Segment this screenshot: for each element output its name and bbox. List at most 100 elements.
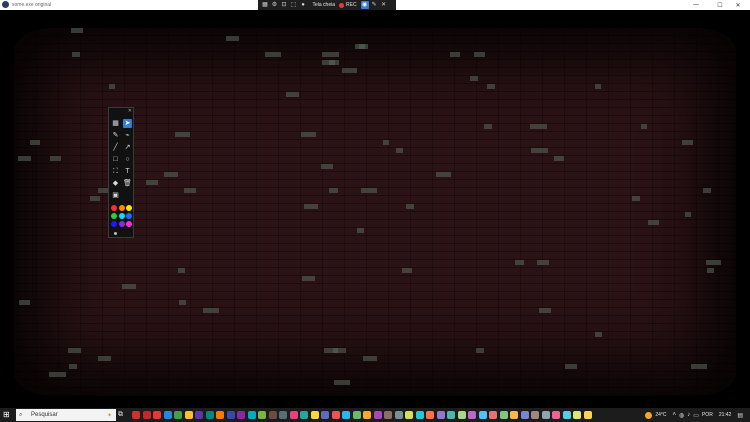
trash-icon[interactable]: 🗑 bbox=[123, 179, 132, 188]
color-swatch[interactable] bbox=[118, 213, 125, 219]
brick bbox=[595, 84, 601, 89]
eraser-icon[interactable]: ◆ bbox=[111, 179, 120, 188]
search-input[interactable]: Pesquisar bbox=[31, 412, 58, 418]
taskbar-app-icon[interactable] bbox=[321, 411, 329, 419]
taskbar-app-icon[interactable] bbox=[342, 411, 350, 419]
taskbar-app-icon[interactable] bbox=[531, 411, 539, 419]
grid-icon[interactable]: ▦ bbox=[261, 1, 269, 9]
image-icon[interactable]: ▣ bbox=[111, 191, 120, 200]
color-swatch[interactable] bbox=[126, 221, 132, 227]
taskbar-app-icon[interactable] bbox=[352, 411, 361, 419]
weather-temperature[interactable]: 24°C bbox=[655, 412, 666, 418]
battery-icon[interactable]: ▭ bbox=[693, 412, 699, 419]
taskbar-app-icon[interactable] bbox=[205, 411, 214, 419]
taskbar-app-icon[interactable] bbox=[583, 411, 592, 419]
color-swatch[interactable] bbox=[111, 213, 117, 219]
taskbar-app-icon[interactable] bbox=[247, 411, 256, 419]
drop-icon[interactable]: ● bbox=[299, 1, 307, 9]
taskbar-app-icon[interactable] bbox=[415, 411, 424, 419]
taskbar-app-icon[interactable] bbox=[132, 411, 140, 419]
taskbar-app-icon[interactable] bbox=[258, 411, 266, 419]
circle-icon[interactable]: ○ bbox=[123, 155, 132, 164]
brick bbox=[50, 156, 61, 161]
pointer-icon[interactable]: ➤ bbox=[123, 119, 132, 128]
taskbar-app-icon[interactable] bbox=[142, 411, 151, 419]
fill-icon[interactable]: ⛶ bbox=[111, 167, 120, 176]
taskbar-app-icon[interactable] bbox=[552, 411, 560, 419]
taskbar-app-icon[interactable] bbox=[195, 411, 203, 419]
color-swatch[interactable] bbox=[126, 205, 132, 211]
taskbar-app-icon[interactable] bbox=[216, 411, 224, 419]
taskbar-app-icon[interactable] bbox=[436, 411, 445, 419]
taskbar-app-icon[interactable] bbox=[226, 411, 235, 419]
camera-icon[interactable]: ◉ bbox=[360, 1, 369, 9]
pen-icon[interactable]: ✎ bbox=[111, 131, 120, 140]
taskbar-app-icon[interactable] bbox=[153, 411, 161, 419]
brick bbox=[565, 364, 577, 369]
pen-icon[interactable]: ✎ bbox=[370, 1, 378, 9]
taskbar-app-icon[interactable] bbox=[562, 411, 571, 419]
taskbar-app-icon[interactable] bbox=[279, 411, 287, 419]
taskbar-app-icon[interactable] bbox=[447, 411, 455, 419]
arrow-icon[interactable]: ↗ bbox=[123, 143, 132, 152]
taskbar-app-icon[interactable] bbox=[331, 411, 340, 419]
annotation-palette: ✕ ▦ ➤ ✎ ⌁ ╱ ↗ □ ○ ⛶ T ◆ 🗑 ▣ bbox=[108, 107, 134, 238]
brick bbox=[363, 356, 377, 361]
taskbar-app-icon[interactable] bbox=[300, 411, 308, 419]
taskbar-app-icon[interactable] bbox=[478, 411, 487, 419]
clock[interactable]: 21:42 bbox=[719, 412, 732, 418]
color-swatch[interactable] bbox=[118, 221, 125, 227]
search-box[interactable]: ⌕ Pesquisar ✦ bbox=[16, 409, 116, 421]
rectangle-icon[interactable]: □ bbox=[111, 155, 120, 164]
taskbar-app-icon[interactable] bbox=[405, 411, 413, 419]
whiteboard-icon[interactable]: ▦ bbox=[111, 119, 120, 128]
taskbar-app-icon[interactable] bbox=[310, 411, 319, 419]
taskbar-app-icon[interactable] bbox=[573, 411, 581, 419]
taskbar-app-icon[interactable] bbox=[373, 411, 382, 419]
fullscreen-button[interactable]: Tela cheia bbox=[313, 0, 336, 10]
taskbar-app-icon[interactable] bbox=[468, 411, 476, 419]
taskbar-app-icon[interactable] bbox=[541, 411, 550, 419]
taskbar-app-icon[interactable] bbox=[363, 411, 371, 419]
palette-close-button[interactable]: ✕ bbox=[128, 108, 132, 114]
palette-drag-handle[interactable] bbox=[114, 232, 117, 235]
taskbar-app-icon[interactable] bbox=[289, 411, 298, 419]
dropper-icon[interactable]: ⌁ bbox=[123, 131, 132, 140]
color-swatch[interactable] bbox=[118, 205, 125, 211]
taskbar-app-icon[interactable] bbox=[520, 411, 529, 419]
taskbar-app-icon[interactable] bbox=[237, 411, 245, 419]
text-icon[interactable]: T bbox=[123, 167, 132, 176]
task-view-icon[interactable]: ⧉ bbox=[118, 411, 123, 419]
notification-icon[interactable]: ▤ bbox=[737, 412, 743, 419]
network-icon[interactable]: ◍ bbox=[679, 412, 684, 419]
line-icon[interactable]: ╱ bbox=[111, 143, 120, 152]
color-swatch[interactable] bbox=[111, 205, 117, 211]
close-button[interactable]: ✕ bbox=[726, 0, 750, 10]
color-swatch[interactable] bbox=[111, 221, 117, 227]
taskbar-app-icon[interactable] bbox=[457, 411, 466, 419]
close-icon[interactable]: ✕ bbox=[380, 1, 388, 9]
taskbar-app-icon[interactable] bbox=[489, 411, 497, 419]
settings-icon[interactable]: ⚙ bbox=[271, 1, 279, 9]
volume-icon[interactable]: ♪ bbox=[687, 412, 690, 418]
weather-icon[interactable] bbox=[645, 411, 653, 419]
color-swatch[interactable] bbox=[126, 213, 132, 219]
language-indicator[interactable]: POR bbox=[702, 412, 713, 418]
region-icon[interactable]: ⬚ bbox=[290, 1, 298, 9]
taskbar-app-icon[interactable] bbox=[510, 411, 518, 419]
taskbar-app-icon[interactable] bbox=[384, 411, 392, 419]
minimize-button[interactable]: — bbox=[684, 0, 708, 10]
taskbar-app-icon[interactable] bbox=[268, 411, 277, 419]
taskbar-app-icon[interactable] bbox=[394, 411, 403, 419]
brick bbox=[265, 52, 281, 57]
taskbar-app-icon[interactable] bbox=[499, 411, 508, 419]
taskbar-app-icon[interactable] bbox=[426, 411, 434, 419]
taskbar-app-icon[interactable] bbox=[163, 411, 172, 419]
windows-start-icon[interactable]: ⊞ bbox=[3, 411, 11, 419]
record-button[interactable]: REC bbox=[346, 0, 357, 10]
crop-icon[interactable]: ⊡ bbox=[280, 1, 288, 9]
brick bbox=[203, 308, 219, 313]
chevron-up-icon[interactable]: ˄ bbox=[673, 412, 677, 418]
taskbar-app-icon[interactable] bbox=[184, 411, 193, 419]
taskbar-app-icon[interactable] bbox=[174, 411, 182, 419]
